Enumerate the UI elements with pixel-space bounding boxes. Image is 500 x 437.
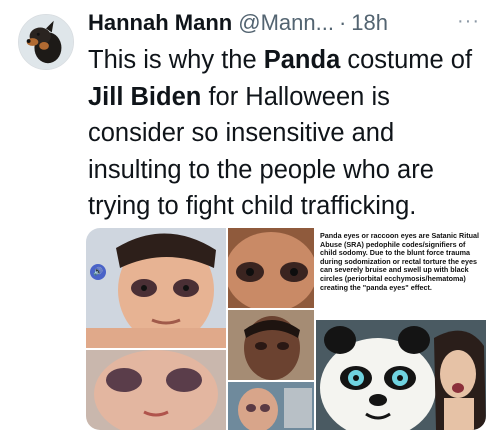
- media-photo-4[interactable]: [228, 310, 314, 380]
- media-photo-2[interactable]: [86, 350, 226, 430]
- avatar[interactable]: [18, 14, 74, 70]
- media-photo-5[interactable]: [228, 382, 314, 430]
- tweet-text: This is why the Panda costume of Jill Bi…: [88, 42, 488, 225]
- more-options-icon[interactable]: ···: [457, 10, 480, 33]
- dog-avatar-icon: [19, 15, 73, 69]
- media-photo-1[interactable]: 🔊: [86, 228, 226, 348]
- text-bold-name: Jill Biden: [88, 82, 202, 111]
- media-photo-6[interactable]: Panda eyes or raccoon eyes are Satanic R…: [316, 228, 486, 430]
- text-bold-panda: Panda: [263, 46, 341, 74]
- timestamp[interactable]: 18h: [351, 10, 388, 36]
- media-photo-3[interactable]: [228, 228, 314, 308]
- text-part: costume of: [340, 46, 473, 74]
- panda-photo-image: [316, 320, 486, 430]
- child-photo-image: [228, 382, 314, 430]
- volume-icon[interactable]: 🔊: [90, 264, 106, 280]
- child-photo-image: [228, 228, 314, 308]
- tweet-media[interactable]: 🔊 Panda eyes or raccoon eyes are Satanic…: [86, 228, 486, 430]
- child-photo-image: [86, 350, 226, 430]
- tweet[interactable]: Hannah Mann @Mann... · 18h ··· This is w…: [0, 0, 500, 437]
- tweet-header: Hannah Mann @Mann... · 18h ···: [88, 10, 488, 42]
- author-name[interactable]: Hannah Mann: [88, 10, 232, 36]
- text-part: This is why the: [88, 46, 264, 74]
- child-photo-image: [86, 228, 226, 348]
- separator: ·: [338, 10, 347, 35]
- child-photo-image: [228, 310, 314, 380]
- author-handle[interactable]: @Mann...: [238, 10, 334, 36]
